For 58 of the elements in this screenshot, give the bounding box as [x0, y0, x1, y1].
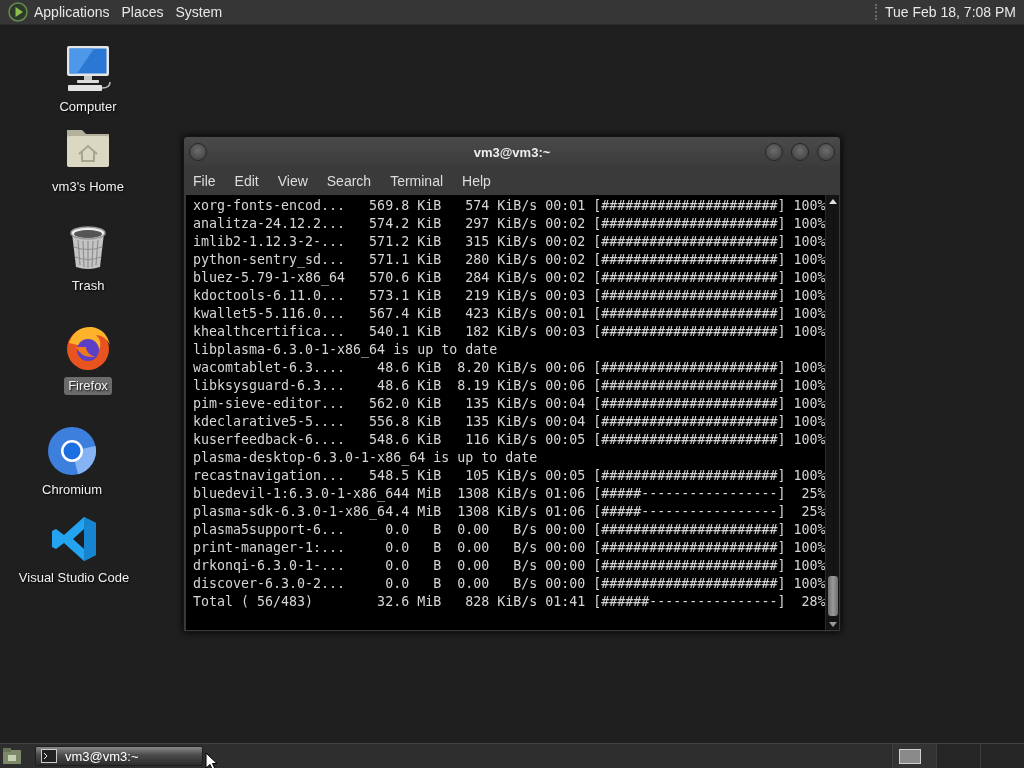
terminal-line: python-sentry_sd... 571.1 KiB 280 KiB/s 00:02 [######################] 100%	[193, 251, 825, 269]
ring-logo-icon[interactable]	[48, 427, 96, 475]
terminal-line: bluez-5.79-1-x86_64 570.6 KiB 284 KiB/s 00:02 [######################] 100%	[193, 269, 825, 287]
minimize-button[interactable]	[765, 143, 783, 161]
computer-monitor-icon[interactable]	[64, 44, 112, 92]
window-title: vm3@vm3:~	[473, 144, 551, 160]
shortcut-label[interactable]: Firefox	[64, 377, 112, 395]
menu-item[interactable]: Help	[453, 169, 501, 193]
scrollbar[interactable]	[825, 195, 839, 630]
menu-item[interactable]: View	[268, 169, 318, 193]
terminal-line: khealthcertifica... 540.1 KiB 182 KiB/s 00:03 [######################] 100%	[193, 323, 825, 341]
terminal-line: Total ( 56/483) 32.6 MiB 828 KiB/s 01:41 [######----------------] 28%	[193, 593, 825, 611]
terminal-line: wacomtablet-6.3.... 48.6 KiB 8.20 KiB/s 00:06 [######################] 100%	[193, 359, 825, 377]
terminal-line: kdoctools-6.11.0... 573.1 KiB 219 KiB/s 00:03 [######################] 100%	[193, 287, 825, 305]
panel-menu-button[interactable]: Places	[115, 1, 170, 23]
terminal-line: plasma-sdk-6.3.0-1-x86_64.4 MiB 1308 KiB/s 01:06 [#####-----------------] 25%	[193, 503, 825, 521]
workspace-button[interactable]	[892, 744, 936, 768]
terminal-line: kwallet5-5.116.0... 567.4 KiB 423 KiB/s 00:01 [######################] 100%	[193, 305, 825, 323]
terminal-icon	[41, 749, 57, 763]
scroll-down-icon[interactable]	[828, 622, 837, 627]
app-menu-icon[interactable]	[8, 2, 28, 22]
mouse-pointer-icon	[205, 752, 218, 768]
shortcut-label[interactable]: Chromium	[38, 481, 106, 499]
shortcut-label[interactable]: Trash	[67, 277, 109, 295]
shortcut-label[interactable]: vm3's Home	[48, 178, 128, 196]
terminal-line: pim-sieve-editor... 562.0 KiB 135 KiB/s 00:04 [######################] 100%	[193, 395, 825, 413]
terminal-line: kuserfeedback-6.... 548.6 KiB 116 KiB/s 00:05 [######################] 100%	[193, 431, 825, 449]
ribbon-logo-icon[interactable]	[50, 515, 98, 563]
terminal-line: print-manager-1:... 0.0 B 0.00 B/s 00:00 [######################] 100%	[193, 539, 825, 557]
clock[interactable]: Tue Feb 18, 7:08 PM	[885, 4, 1016, 20]
window-menu-button[interactable]	[189, 143, 207, 161]
terminal-line: bluedevil-1:6.3.0-1-x86_644 MiB 1308 KiB/s 01:06 [#####-----------------] 25%	[193, 485, 825, 503]
window-thumbnail-icon	[899, 748, 921, 764]
terminal-line: discover-6.3.0-2... 0.0 B 0.00 B/s 00:00 [######################] 100%	[193, 575, 825, 593]
shortcut-label[interactable]: Computer	[55, 98, 121, 116]
menu-item[interactable]: Terminal	[381, 169, 454, 193]
terminal-line: recastnavigation... 548.5 KiB 105 KiB/s 00:05 [######################] 100%	[193, 467, 825, 485]
terminal-line: libksysguard-6.3... 48.6 KiB 8.19 KiB/s 00:06 [######################] 100%	[193, 377, 825, 395]
terminal-line: analitza-24.12.2... 574.2 KiB 297 KiB/s 00:02 [######################] 100%	[193, 215, 825, 233]
show-desktop-icon[interactable]	[2, 747, 22, 765]
close-button[interactable]	[817, 143, 835, 161]
menu-item[interactable]: File	[184, 169, 226, 193]
terminal-line: drkonqi-6.3.0-1-... 0.0 B 0.00 B/s 00:00 [######################] 100%	[193, 557, 825, 575]
terminal-line: kdeclarative5-5.... 556.8 KiB 135 KiB/s 00:04 [######################] 100%	[193, 413, 825, 431]
menu-item[interactable]: Search	[317, 169, 382, 193]
shortcut-label[interactable]: Visual Studio Code	[14, 569, 134, 587]
scroll-up-icon[interactable]	[828, 199, 837, 204]
terminal-line: plasma-desktop-6.3.0-1-x86_64 is up to date	[193, 449, 539, 467]
terminal-line: xorg-fonts-encod... 569.8 KiB 574 KiB/s 00:01 [######################] 100%	[193, 197, 825, 215]
scrollbar-thumb[interactable]	[827, 576, 838, 616]
panel-menu-button[interactable]: System	[169, 1, 229, 23]
menu-item[interactable]: Edit	[225, 169, 269, 193]
terminal-line: imlib2-1.12.3-2-... 571.2 KiB 315 KiB/s 00:02 [######################] 100%	[193, 233, 825, 251]
taskbar-button[interactable]: vm3@vm3:~	[35, 746, 203, 766]
terminal-line: libplasma-6.3.0-1-x86_64 is up to date	[193, 341, 499, 359]
maximize-button[interactable]	[791, 143, 809, 161]
panel-menu-button[interactable]: Applications	[28, 1, 116, 23]
terminal-line: plasma5support-6... 0.0 B 0.00 B/s 00:00 [######################] 100%	[193, 521, 825, 539]
